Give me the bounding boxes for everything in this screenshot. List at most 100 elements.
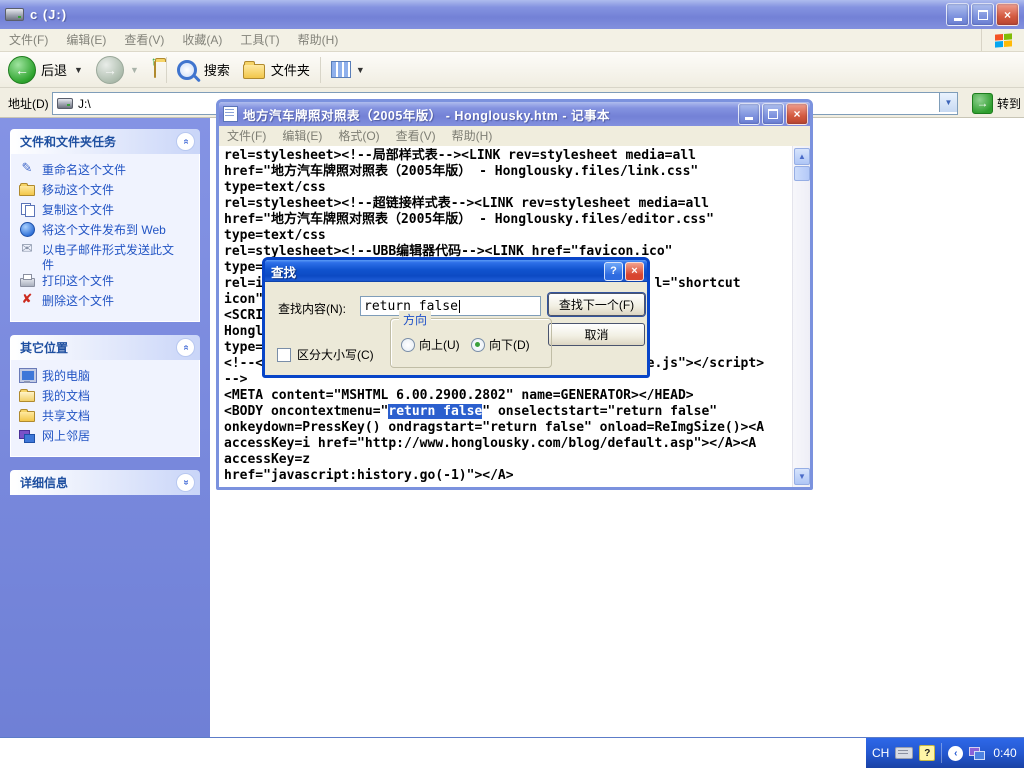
menu-help[interactable]: 帮助(H)	[444, 126, 501, 146]
menu-view[interactable]: 查看(V)	[388, 126, 444, 146]
find-input[interactable]: return false	[360, 296, 541, 316]
close-button[interactable]: ×	[996, 3, 1019, 26]
clock[interactable]: 0:40	[993, 746, 1016, 760]
link-my-documents[interactable]: 我的文档	[19, 388, 195, 408]
find-next-button[interactable]: 查找下一个(F)	[548, 293, 645, 316]
direction-label: 方向	[399, 311, 431, 328]
help-tray-icon[interactable]: ?	[919, 745, 935, 761]
direction-groupbox: 方向 向上(U) 向下(D)	[390, 318, 552, 368]
task-rename-file[interactable]: ✎重命名这个文件	[19, 162, 195, 182]
vertical-scrollbar[interactable]: ▲ ▼	[792, 146, 810, 487]
back-button[interactable]: ← 后退 ▼	[8, 56, 83, 84]
restore-button[interactable]	[971, 3, 994, 26]
address-value: J:\	[78, 97, 91, 111]
direction-down-option[interactable]: 向下(D)	[471, 336, 530, 353]
up-button[interactable]: ↑	[154, 62, 156, 77]
taskbar: CH ? ‹ 0:40	[0, 737, 1024, 768]
move-icon	[19, 182, 35, 196]
rename-icon: ✎	[19, 162, 35, 176]
menu-help[interactable]: 帮助(H)	[289, 29, 348, 51]
selected-text: return false	[388, 404, 482, 419]
help-button[interactable]: ?	[604, 262, 623, 281]
task-publish-file[interactable]: 将这个文件发布到 Web	[19, 222, 195, 242]
up-folder-icon: ↑	[154, 61, 156, 78]
task-email-file[interactable]: ✉以电子邮件形式发送此文件	[19, 242, 195, 273]
drive-icon	[5, 8, 24, 21]
network-places-icon	[19, 428, 35, 442]
my-documents-icon	[19, 388, 35, 402]
menu-file[interactable]: 文件(F)	[0, 29, 57, 51]
address-dropdown-button[interactable]: ▼	[939, 93, 957, 112]
scrollbar-thumb[interactable]	[794, 166, 810, 181]
menu-view[interactable]: 查看(V)	[115, 29, 173, 51]
close-button[interactable]: ×	[625, 262, 644, 281]
task-pane: 文件和文件夹任务 « ✎重命名这个文件 移动这个文件 复制这个文件 将这个文件发…	[0, 118, 210, 737]
forward-dropdown-icon: ▼	[130, 65, 139, 75]
system-tray: CH ? ‹ 0:40	[866, 738, 1024, 768]
menu-file[interactable]: 文件(F)	[219, 126, 274, 146]
folders-icon	[243, 64, 265, 79]
chevron-down-icon[interactable]: «	[176, 473, 195, 492]
explorer-title-bar[interactable]: c (J:) ×	[0, 0, 1024, 29]
chevron-up-icon[interactable]: «	[176, 132, 195, 151]
panel-details-header[interactable]: 详细信息 «	[10, 470, 200, 495]
radio-up-icon[interactable]	[401, 338, 415, 352]
link-shared-documents[interactable]: 共享文档	[19, 408, 195, 428]
views-button[interactable]: ▼	[331, 61, 365, 78]
cancel-button[interactable]: 取消	[548, 323, 645, 346]
match-case-checkbox[interactable]	[277, 348, 291, 362]
find-dialog-title-bar[interactable]: 查找 ? ×	[265, 260, 647, 282]
go-label: 转到	[997, 95, 1021, 112]
panel-title: 文件和文件夹任务	[20, 133, 116, 150]
panel-title: 其它位置	[20, 339, 68, 356]
scroll-down-icon[interactable]: ▼	[794, 468, 810, 485]
notepad-icon	[223, 106, 238, 122]
menu-edit[interactable]: 编辑(E)	[57, 29, 115, 51]
find-dialog-title: 查找	[271, 262, 602, 281]
minimize-button[interactable]	[946, 3, 969, 26]
notepad-title-bar[interactable]: 地方汽车牌照对照表（2005年版） - Honglousky.htm - 记事本…	[219, 102, 810, 126]
task-copy-file[interactable]: 复制这个文件	[19, 202, 195, 222]
panel-other-places-header[interactable]: 其它位置 «	[10, 335, 200, 360]
panel-title: 详细信息	[20, 474, 68, 491]
go-button[interactable]: → 转到	[972, 92, 1021, 114]
panel-details: 详细信息 «	[10, 470, 200, 495]
find-dialog: 查找 ? × 查找内容(N): return false 查找下一个(F) 取消…	[262, 257, 650, 378]
tray-divider	[941, 743, 942, 763]
language-indicator[interactable]: CH	[872, 746, 889, 760]
task-delete-file[interactable]: ✘删除这个文件	[19, 293, 195, 313]
menu-favorites[interactable]: 收藏(A)	[173, 29, 231, 51]
minimize-button[interactable]	[738, 103, 760, 125]
link-network-places[interactable]: 网上邻居	[19, 428, 195, 448]
windows-logo-icon	[995, 33, 1012, 47]
network-icon[interactable]	[969, 746, 985, 760]
keyboard-icon[interactable]	[895, 747, 913, 759]
task-print-file[interactable]: 打印这个文件	[19, 273, 195, 293]
scroll-up-icon[interactable]: ▲	[794, 148, 810, 165]
menu-format[interactable]: 格式(O)	[330, 126, 387, 146]
minimize-icon	[954, 18, 962, 21]
back-icon: ←	[8, 56, 36, 84]
chevron-up-icon[interactable]: «	[176, 338, 195, 357]
direction-up-option[interactable]: 向上(U)	[401, 336, 460, 353]
text-caret	[459, 300, 460, 313]
match-case-option[interactable]: 区分大小写(C)	[277, 346, 374, 363]
email-icon: ✉	[19, 242, 35, 256]
forward-button[interactable]: → ▼	[96, 56, 139, 84]
link-my-computer[interactable]: 我的电脑	[19, 368, 195, 388]
maximize-button[interactable]	[762, 103, 784, 125]
task-move-file[interactable]: 移动这个文件	[19, 182, 195, 202]
publish-web-icon	[19, 222, 35, 236]
radio-down-icon[interactable]	[471, 338, 485, 352]
folders-button[interactable]: 文件夹	[243, 60, 310, 79]
back-dropdown-icon[interactable]: ▼	[74, 65, 83, 75]
close-button[interactable]: ×	[786, 103, 808, 125]
panel-other-places: 其它位置 « 我的电脑 我的文档 共享文档 网上邻居	[10, 335, 200, 457]
menu-edit[interactable]: 编辑(E)	[274, 126, 330, 146]
panel-file-tasks-header[interactable]: 文件和文件夹任务 «	[10, 129, 200, 154]
notepad-window-title: 地方汽车牌照对照表（2005年版） - Honglousky.htm - 记事本	[243, 105, 736, 124]
menu-tools[interactable]: 工具(T)	[231, 29, 288, 51]
search-button[interactable]: 搜索	[177, 60, 230, 80]
find-what-label: 查找内容(N):	[278, 300, 346, 317]
collapse-chevron-icon[interactable]: ‹	[948, 746, 963, 761]
